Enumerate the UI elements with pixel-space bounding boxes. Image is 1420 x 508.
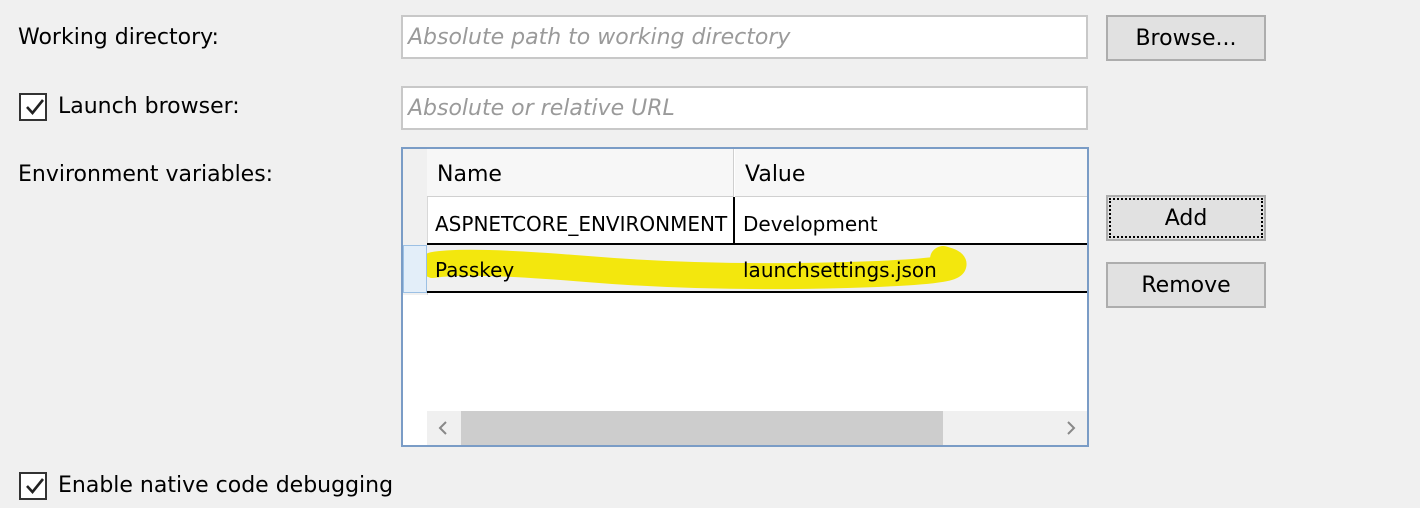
- horizontal-scrollbar[interactable]: [427, 411, 1087, 445]
- environment-variables-label: Environment variables:: [18, 162, 274, 187]
- add-button[interactable]: Add: [1106, 195, 1266, 241]
- checkmark-icon: [26, 478, 45, 494]
- browse-button[interactable]: Browse...: [1106, 15, 1266, 61]
- env-value-cell[interactable]: Development: [735, 197, 1087, 245]
- selected-row-header[interactable]: [403, 245, 427, 293]
- column-header-name[interactable]: Name: [427, 149, 734, 197]
- remove-button[interactable]: Remove: [1106, 262, 1266, 308]
- env-name-cell[interactable]: Passkey: [427, 243, 735, 291]
- native-debugging-label: Enable native code debugging: [58, 473, 394, 498]
- table-row[interactable]: ASPNETCORE_ENVIRONMENT Development: [427, 197, 1087, 245]
- column-header-value[interactable]: Value: [735, 149, 1087, 197]
- table-row-selected[interactable]: Passkey launchsettings.json: [427, 245, 1087, 293]
- working-directory-placeholder: Absolute path to working directory: [408, 25, 791, 50]
- launch-browser-checkbox[interactable]: [19, 93, 47, 121]
- working-directory-label: Working directory:: [18, 25, 219, 50]
- checkmark-icon: [26, 99, 45, 115]
- env-name-cell[interactable]: ASPNETCORE_ENVIRONMENT: [427, 197, 735, 245]
- working-directory-input[interactable]: Absolute path to working directory: [401, 15, 1088, 59]
- launch-browser-label: Launch browser:: [58, 94, 240, 119]
- environment-variables-grid[interactable]: Name Value ASPNETCORE_ENVIRONMENT Develo…: [401, 147, 1089, 447]
- launch-url-placeholder: Absolute or relative URL: [408, 96, 675, 121]
- native-debugging-checkbox[interactable]: [19, 472, 47, 500]
- scrollbar-thumb[interactable]: [461, 411, 943, 445]
- chevron-left-icon[interactable]: [435, 420, 451, 436]
- launch-url-input[interactable]: Absolute or relative URL: [401, 86, 1088, 130]
- chevron-right-icon[interactable]: [1063, 420, 1079, 436]
- env-value-cell[interactable]: launchsettings.json: [735, 243, 1087, 291]
